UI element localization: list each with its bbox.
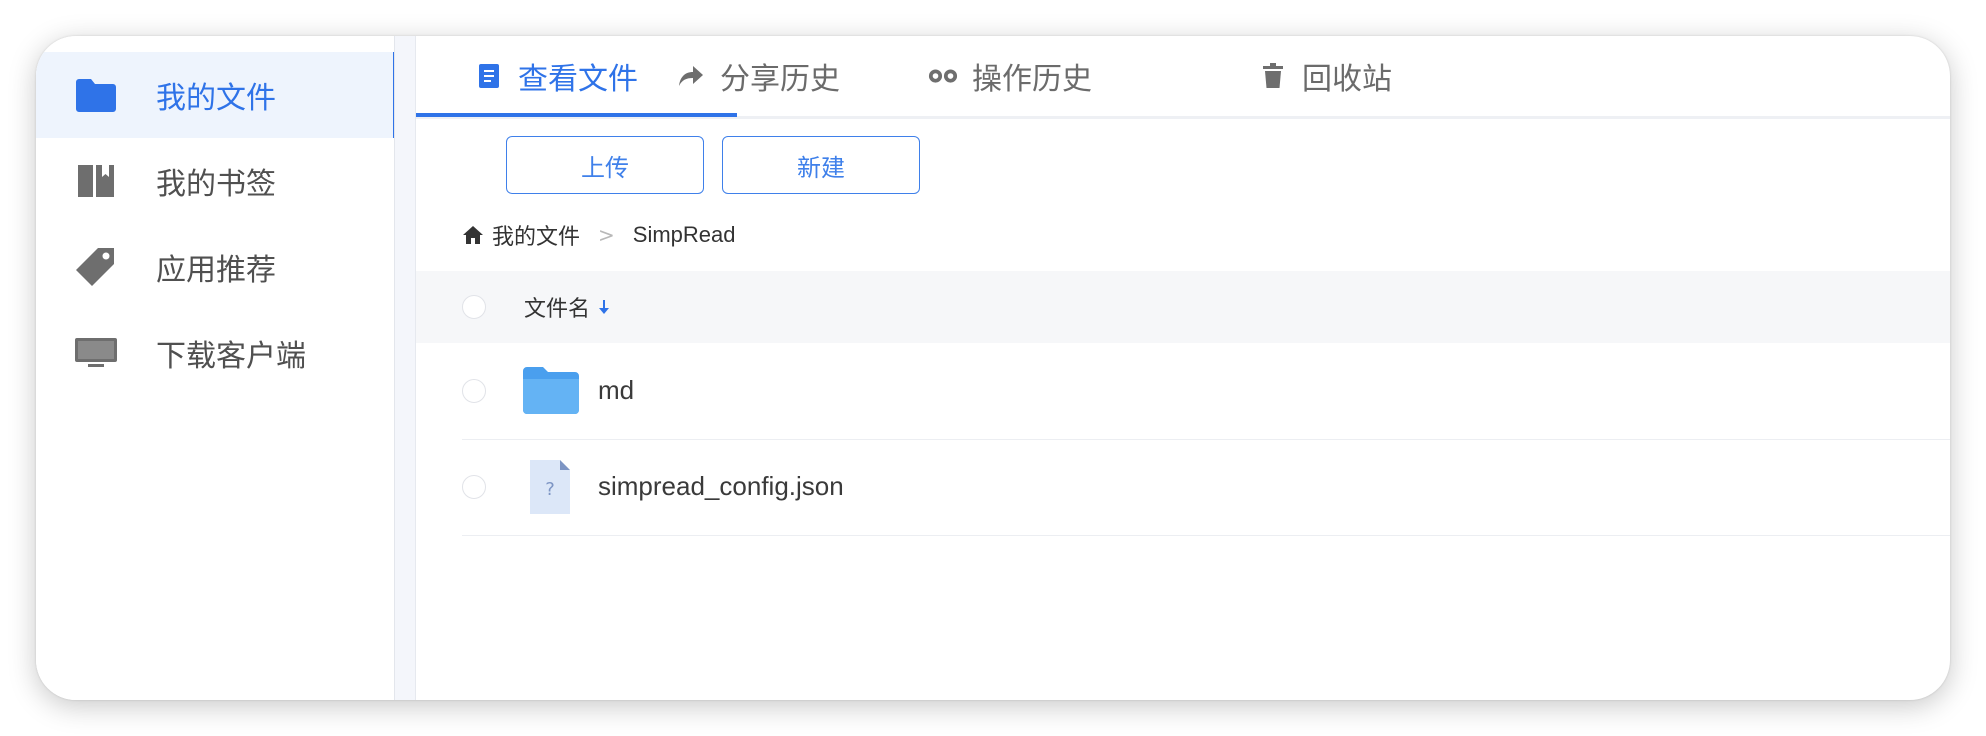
sidebar-item-label: 我的书签 [156,167,276,202]
active-tab-underline [416,113,737,117]
breadcrumb-item-my-files[interactable]: 我的文件 [492,219,580,251]
sort-down-arrow-icon[interactable] [598,299,610,315]
share-arrow-icon [676,61,706,91]
tab-label: 查看文件 [518,62,638,97]
sidebar-gutter [395,36,416,700]
sidebar-item-my-files[interactable]: 我的文件 [36,52,396,138]
tab-bar: 查看文件 分享历史 操作历史 回收站 [416,36,1950,119]
select-all-checkbox[interactable] [462,295,486,319]
tab-label: 分享历史 [720,62,840,97]
upload-button[interactable]: 上传 [506,136,704,194]
table-row[interactable]: ? simpread_config.json [462,439,1950,536]
tab-label: 回收站 [1302,62,1392,97]
history-eyes-icon [928,61,958,91]
tab-recycle-bin[interactable]: 回收站 [1258,36,1392,116]
main-panel: 查看文件 分享历史 操作历史 回收站 上传 新建 我的文件 > SimpRead… [416,36,1950,700]
column-header-filename[interactable]: 文件名 [524,291,610,323]
table-header: 文件名 [416,271,1950,343]
row-checkbox[interactable] [462,379,486,403]
home-icon[interactable] [462,225,484,245]
tab-share-history[interactable]: 分享历史 [676,36,840,116]
tab-view-files[interactable]: 查看文件 [474,36,638,116]
breadcrumb: 我的文件 > SimpRead [462,220,736,250]
document-icon [474,61,504,91]
unknown-file-icon: ? [522,460,580,514]
sidebar-item-download-client[interactable]: 下载客户端 [36,310,394,396]
svg-text:?: ? [545,479,555,500]
new-button[interactable]: 新建 [722,136,920,194]
sidebar-item-bookmarks[interactable]: 我的书签 [36,138,394,224]
bookmark-book-icon [74,161,118,201]
row-checkbox[interactable] [462,475,486,499]
tab-operation-history[interactable]: 操作历史 [928,36,1092,116]
app-window: 我的文件 我的书签 应用推荐 下载客户端 查看文件 分享历史 操作历史 回收站 … [36,36,1950,700]
column-header-label: 文件名 [524,297,591,322]
trash-icon [1258,61,1288,91]
table-row[interactable]: md [462,343,1950,440]
folder-icon [522,365,580,417]
folder-icon [74,75,118,115]
tab-label: 操作历史 [972,62,1092,97]
sidebar-item-label: 我的文件 [156,81,276,116]
sidebar: 我的文件 我的书签 应用推荐 下载客户端 [36,36,396,700]
sidebar-item-label: 应用推荐 [156,253,276,288]
file-name[interactable]: md [598,375,634,406]
monitor-icon [74,333,118,373]
tag-icon [74,247,118,287]
file-name[interactable]: simpread_config.json [598,471,844,502]
breadcrumb-item-simpread[interactable]: SimpRead [633,222,736,248]
sidebar-item-app-recommend[interactable]: 应用推荐 [36,224,394,310]
breadcrumb-separator: > [598,223,615,247]
sidebar-item-label: 下载客户端 [156,339,306,374]
